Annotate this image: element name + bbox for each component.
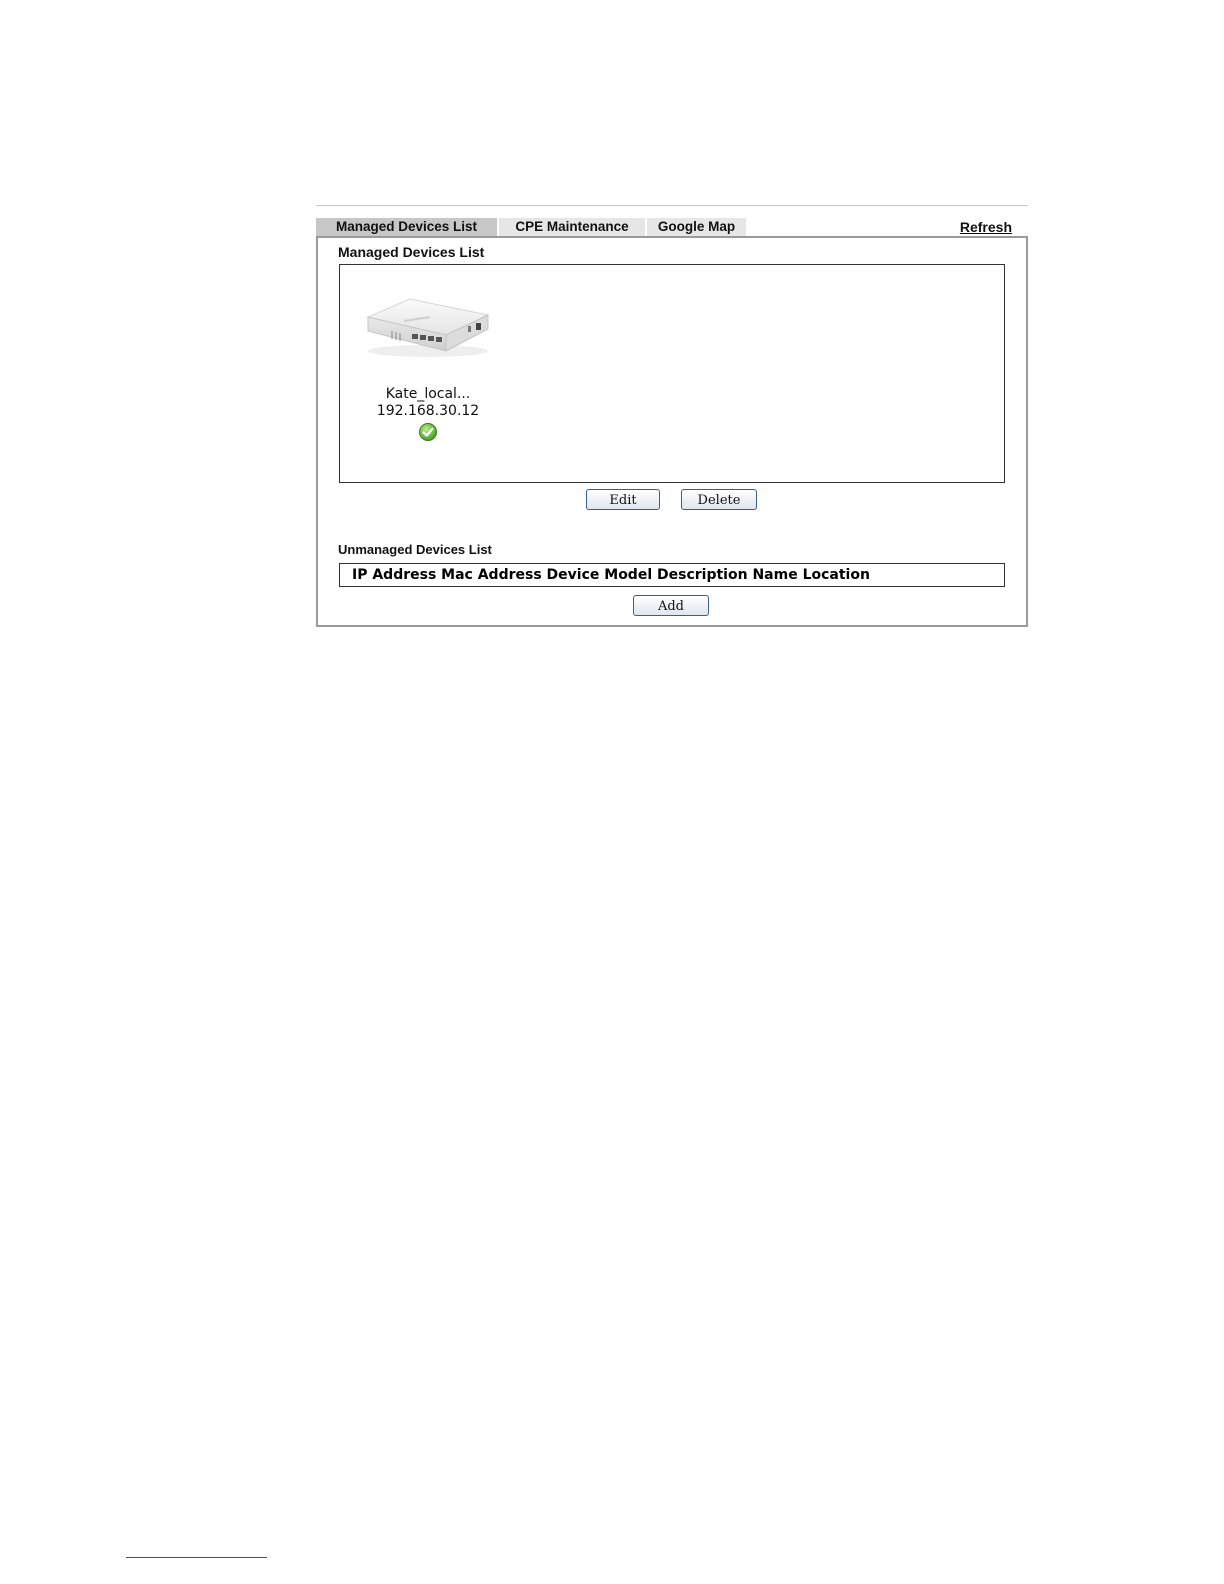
tab-bar: Managed Devices List CPE Maintenance Goo…: [316, 218, 1028, 236]
device-ip: 192.168.30.12: [376, 403, 480, 419]
tab-managed-devices-list[interactable]: Managed Devices List: [316, 218, 497, 236]
check-circle-icon: [419, 423, 437, 441]
column-ip-address: IP Address: [352, 567, 437, 583]
top-divider: [316, 205, 1028, 206]
device-name: Kate_local...: [385, 386, 471, 402]
unmanaged-devices-table-header: IP Address Mac Address Device Model Desc…: [339, 563, 1005, 587]
tab-cpe-maintenance[interactable]: CPE Maintenance: [499, 218, 645, 236]
delete-button[interactable]: Delete: [681, 489, 757, 510]
column-location: Location: [802, 567, 870, 583]
managed-devices-list: Kate_local... 192.168.30.12: [339, 264, 1005, 483]
column-name: Name: [752, 567, 798, 583]
column-description: Description: [657, 567, 748, 583]
footnote-divider: [126, 1557, 267, 1558]
managed-devices-title: Managed Devices List: [338, 244, 485, 260]
unmanaged-devices-title: Unmanaged Devices List: [338, 542, 492, 557]
column-device-model: Device Model: [546, 567, 653, 583]
refresh-link[interactable]: Refresh: [960, 218, 1012, 236]
column-mac-address: Mac Address: [441, 567, 542, 583]
router-icon: [366, 298, 490, 357]
edit-button[interactable]: Edit: [586, 489, 660, 510]
devices-panel: Managed Devices List Kate_local... 192.1…: [316, 236, 1028, 627]
tab-google-map[interactable]: Google Map: [647, 218, 746, 236]
device-item[interactable]: Kate_local... 192.168.30.12: [362, 293, 494, 442]
add-button[interactable]: Add: [633, 595, 709, 616]
